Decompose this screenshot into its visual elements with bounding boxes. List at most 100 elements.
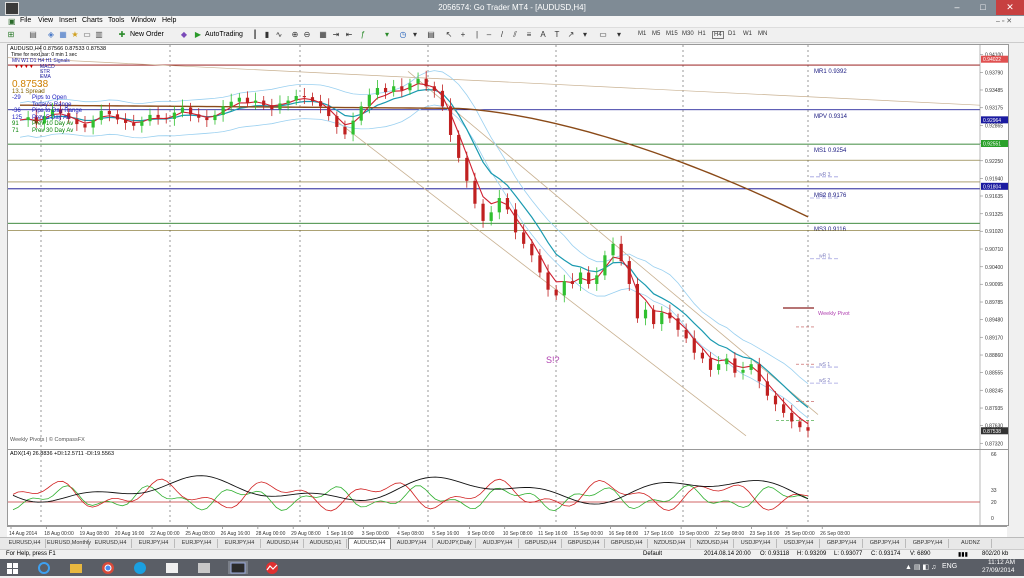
chart-tab[interactable]: GBPJPY,H4 (907, 539, 949, 548)
chart-tab[interactable]: GBPUSD,H4 (563, 539, 605, 548)
timeframe-d1[interactable]: D1 (728, 31, 736, 37)
profiles-icon[interactable]: ▤ (28, 30, 38, 40)
maximize-button[interactable]: □ (970, 0, 996, 15)
language-indicator[interactable]: ENG (942, 563, 957, 570)
timeframe-w1[interactable]: W1 (743, 31, 752, 37)
timeframe-h1[interactable]: H1 (698, 31, 706, 37)
chart-tab[interactable]: AUDNZ (950, 539, 992, 548)
timeframe-m1[interactable]: M1 (638, 31, 646, 37)
arrows-icon[interactable]: ↗ (566, 30, 576, 40)
timeframe-m5[interactable]: M5 (652, 31, 660, 37)
candle-body (643, 309, 648, 319)
menu-view[interactable]: View (38, 17, 53, 24)
crosshair-icon[interactable]: + (458, 30, 468, 40)
new-chart-icon[interactable]: ⊞ (6, 30, 16, 40)
clock-time[interactable]: 11:12 AM (988, 559, 1015, 566)
chart-tab[interactable]: EURJPY,H4 (176, 539, 218, 548)
shape-dropdown-icon[interactable]: ▾ (614, 30, 624, 40)
chart-tab[interactable]: EURUSD,H4 (4, 539, 46, 548)
label-tool-icon[interactable]: T (552, 30, 562, 40)
app-icon-taskbar-2[interactable] (194, 561, 214, 574)
minimize-button[interactable]: – (944, 0, 970, 15)
chart-tab[interactable]: GBPUSD,H4 (606, 539, 648, 548)
chart-tab[interactable]: NZDUSD,H4 (692, 539, 734, 548)
data-window-icon[interactable]: ▦ (58, 30, 68, 40)
close-button[interactable]: ✕ (996, 0, 1024, 15)
folder-icon[interactable] (66, 561, 86, 574)
tray-icons[interactable]: ▲ ▤ ◧ ♫ (905, 563, 936, 571)
chart-tab[interactable]: GBPUSD,H4 (520, 539, 562, 548)
zoom-out-icon[interactable]: ⊖ (302, 30, 312, 40)
menu-help[interactable]: Help (162, 17, 176, 24)
skype-icon[interactable] (130, 561, 150, 574)
chart-tab[interactable]: EURJPY,H4 (133, 539, 175, 548)
chart-app-icon[interactable] (262, 561, 282, 574)
editor-icon[interactable]: ◆ (179, 30, 189, 40)
new-order-button[interactable]: New Order (130, 31, 164, 38)
chart-tab[interactable]: EURUSD,Monthly (47, 539, 91, 548)
document-icon[interactable]: ▣ (8, 17, 16, 26)
candle-chart-icon[interactable]: ▮ (262, 30, 272, 40)
chart-tab[interactable]: AUDJPY,H4 (477, 539, 519, 548)
mt4-taskbar-icon[interactable] (228, 561, 248, 574)
chart-tab[interactable]: EURUSD,H4 (90, 539, 132, 548)
timeframe-m30[interactable]: M30 (682, 31, 694, 37)
autotrading-button[interactable]: AutoTrading (205, 31, 243, 38)
arrows-dropdown-icon[interactable]: ▾ (580, 30, 590, 40)
text-tool-icon[interactable]: A (538, 30, 548, 40)
timeframe-mn[interactable]: MN (758, 31, 767, 37)
trendline-icon[interactable]: / (497, 30, 507, 40)
menu-window[interactable]: Window (131, 17, 156, 24)
chart-tab[interactable]: NZDUSD,H4 (649, 539, 691, 548)
templates-icon[interactable]: ▤ (426, 30, 436, 40)
chart-tab[interactable]: GBPJPY,H4 (821, 539, 863, 548)
price-chart[interactable]: MR1 0.9392 MPV 0.9314 MS1 0.9254 MS2 0.9176… (7, 44, 1009, 450)
chart-tab[interactable]: USDJPY,H4 (778, 539, 820, 548)
autoscroll-icon[interactable]: ⇥ (331, 30, 341, 40)
clock-date[interactable]: 27/09/2014 (982, 567, 1015, 574)
chrome-icon[interactable] (98, 561, 118, 574)
chart-shift-icon[interactable]: ⇤ (344, 30, 354, 40)
line-chart-icon[interactable]: ∿ (274, 30, 284, 40)
horizontal-line-icon[interactable]: – (484, 30, 494, 40)
tile-icon[interactable]: ▦ (318, 30, 328, 40)
price-chart-canvas[interactable]: MR1 0.9392MPV 0.9314MS1 0.9254MS2 0.9176… (8, 45, 1008, 449)
adx-canvas[interactable] (8, 450, 1008, 525)
periods-icon[interactable]: ◷ (398, 30, 408, 40)
shape-icon[interactable]: ▭ (598, 30, 608, 40)
autotrading-icon[interactable]: ▶ (193, 30, 203, 40)
chart-tab[interactable]: USDJPY,H4 (735, 539, 777, 548)
fibonacci-icon[interactable]: ≡ (524, 30, 534, 40)
bar-chart-icon[interactable]: ┃ (250, 30, 260, 40)
periods-dropdown-icon[interactable]: ▾ (410, 30, 420, 40)
menu-file[interactable]: File (20, 17, 31, 24)
navigator-icon[interactable]: ★ (70, 30, 80, 40)
zoom-in-icon[interactable]: ⊕ (290, 30, 300, 40)
chart-tab[interactable]: GBPJPY,H4 (864, 539, 906, 548)
timeframe-h4[interactable]: H4 (712, 31, 724, 39)
terminal-icon[interactable]: ▭ (82, 30, 92, 40)
vertical-line-icon[interactable]: | (472, 30, 482, 40)
timeframe-m15[interactable]: M15 (666, 31, 678, 37)
start-button[interactable] (2, 561, 24, 574)
chart-tab[interactable]: AUDJPY,Daily (434, 539, 476, 548)
chart-tab[interactable]: AUDUSD,H4 (262, 539, 304, 548)
chart-tab[interactable]: AUDJPY,H4 (391, 539, 433, 548)
indicators-icon[interactable]: ƒ (358, 30, 368, 40)
channel-icon[interactable]: ⫽ (510, 30, 520, 40)
chart-tab[interactable]: AUDUSD,H1 (305, 539, 347, 548)
status-close: C: 0.93174 (871, 551, 901, 557)
new-order-icon[interactable]: ✚ (117, 30, 127, 40)
menu-charts[interactable]: Charts (82, 17, 103, 24)
mdi-controls[interactable]: – ▫ ✕ (996, 17, 1012, 25)
menu-tools[interactable]: Tools (108, 17, 124, 24)
adx-indicator-pane[interactable]: ADX(14) 26.8836 +DI:12.5711 -DI:19.5563 … (7, 449, 1009, 526)
tester-icon[interactable]: ▥ (94, 30, 104, 40)
cursor-icon[interactable]: ↖ (444, 30, 454, 40)
indicators-dropdown-icon[interactable]: ▾ (382, 30, 392, 40)
market-watch-icon[interactable]: ◈ (46, 30, 56, 40)
menu-insert[interactable]: Insert (59, 17, 77, 24)
app-icon-taskbar[interactable] (162, 561, 182, 574)
chart-tab[interactable]: EURJPY,H4 (219, 539, 261, 548)
ie-icon[interactable] (34, 561, 54, 574)
